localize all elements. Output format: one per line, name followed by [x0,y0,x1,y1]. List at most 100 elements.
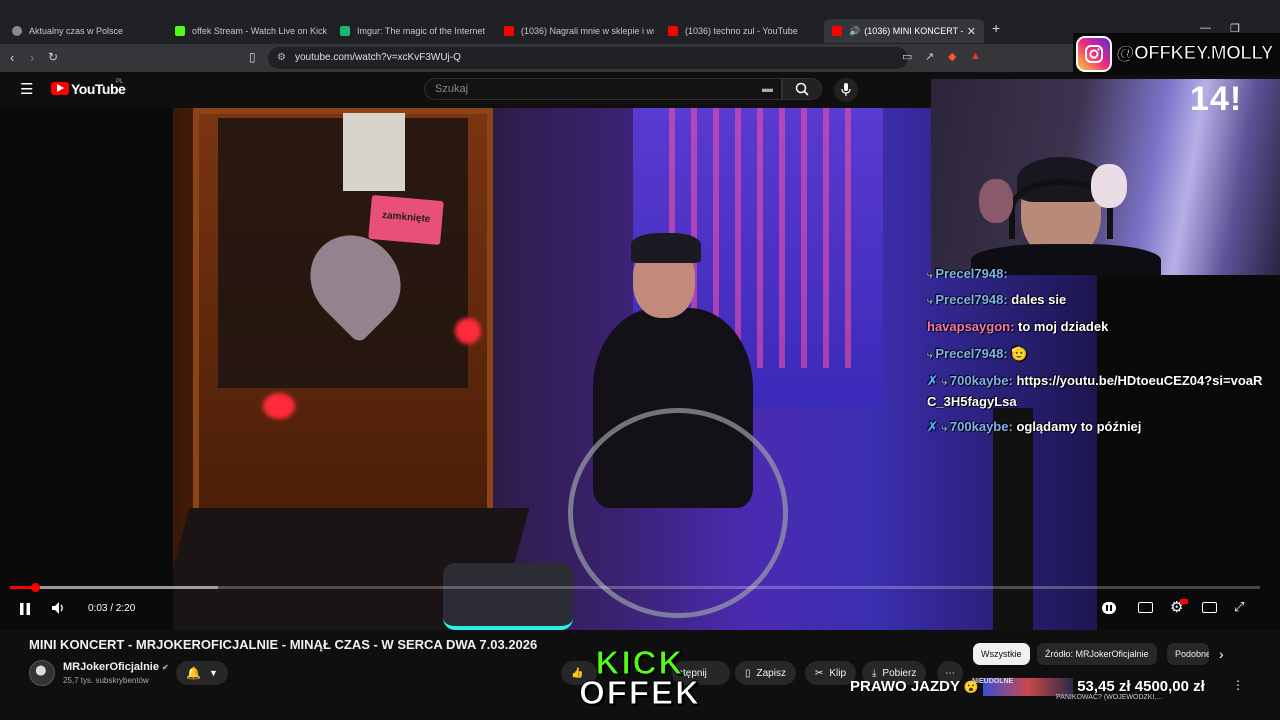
kick-logo-overlay: KICK OFFEK [578,646,702,712]
chip-label: Źródło: MRJokerOficjalnie [1045,649,1149,659]
kick-icon [175,26,185,36]
chat-message: ⤷ Precel7948: 🫡 [927,344,1267,365]
autoplay-pause-glyph-icon [1106,605,1112,611]
chat-username: 700kaybe: [949,419,1013,434]
donation-ticker: PRAWO JAZDY 😮 53,45 zł 4500,00 zł NIEUDO… [846,676,1240,704]
back-icon[interactable]: ‹ [10,50,14,65]
scissors-icon: ✂ [815,667,824,679]
search-icon [795,82,809,96]
sword-icon: ✗ [927,419,938,434]
progress-scrubber[interactable] [31,583,40,592]
share-icon[interactable]: ↗ [925,50,934,63]
imgur-icon [340,26,350,36]
video-title: MINI KONCERT - MRJOKEROFICJALNIE - MINĄŁ… [29,637,538,652]
chat-message: ⤷ Precel7948: dales sie [927,290,1267,311]
volume-icon[interactable] [51,601,65,620]
ticker-subtitle: NIEUDOLNE [972,678,1014,685]
browser-tab[interactable]: Imgur: The magic of the Internet [332,19,490,43]
filter-chip-similar[interactable]: Podobne [1167,643,1209,665]
chevron-down-icon: ▼ [209,668,218,678]
microphone-icon [841,83,851,96]
theater-mode-icon[interactable] [1202,602,1217,613]
new-tab-button[interactable]: + [992,20,1000,36]
more-vertical-icon[interactable]: ⋮ [1232,678,1244,692]
url-text: youtube.com/watch?v=xcKvF3WUj-Q [295,52,461,63]
verified-icon: ✔ [162,663,169,672]
ticker-amount: 53,45 zł [1077,678,1131,695]
play-glyph-icon [57,84,64,92]
fullscreen-icon[interactable]: ⤢ [1234,599,1244,615]
plush-toy [979,179,1013,223]
filter-chip-all[interactable]: Wszystkie [973,643,1030,665]
search-placeholder: Szukaj [435,83,469,95]
bell-icon: 🔔 [186,666,201,680]
counter-text: 14! [1190,80,1243,118]
speaker-box [443,563,573,630]
filter-chip-source[interactable]: Źródło: MRJokerOficjalnie [1037,643,1157,665]
chat-text: dales sie [1011,292,1067,307]
chat-message: havapsaygon: to moj dziadek [927,317,1267,336]
chat-text: oglądamy to później [1016,419,1142,434]
hd-badge-icon [1180,599,1188,604]
clip-label: Klip [829,667,847,679]
chat-username: havapsaygon: [927,319,1015,334]
save-button[interactable]: ▯ Zapisz [735,661,796,685]
reload-icon[interactable]: ↻ [48,50,58,64]
channel-name[interactable]: MRJokerOficjalnie ✔ [63,661,169,673]
tab-label: offek Stream - Watch Live on Kick [192,26,327,36]
subscriber-count: 25,7 tys. subskrybentów [63,676,149,685]
notifications-button[interactable]: 🔔 ▼ [176,661,228,685]
menu-icon[interactable]: ☰ [20,80,33,98]
browser-tab[interactable]: (1036) techno zul - YouTube [660,19,820,43]
ticker-amount: 4500,00 zł [1134,678,1205,695]
bookmark-icon[interactable]: ▯ [249,50,256,64]
progress-buffered [10,586,218,589]
chat-message: ✗ ⤷ 700kaybe: https://youtu.be/HDtoeuCEZ… [927,371,1267,411]
clock-icon [12,26,22,36]
browser-tab[interactable]: offek Stream - Watch Live on Kick [167,19,327,43]
search-button[interactable] [782,78,822,100]
youtube-icon [832,26,842,36]
chat-username: Precel7948: [935,346,1008,361]
browser-tab-active[interactable]: 🔊 (1036) MINI KONCERT - MRJO ✕ [824,19,984,43]
extension-triangle-icon[interactable]: ▲ [970,50,981,62]
door-sign-text: zamknięte [381,209,431,226]
url-field[interactable]: ⚙ youtube.com/watch?v=xcKvF3WUj-Q [268,47,908,69]
forward-icon[interactable]: › [30,50,34,65]
cast-icon[interactable]: ▭ [902,50,912,63]
channel-avatar[interactable] [29,660,55,686]
instagram-icon [1076,36,1112,72]
keyboard-icon[interactable]: ▬ [762,79,773,99]
chat-username: Precel7948: [935,292,1008,307]
chevron-right-icon[interactable]: › [1219,646,1224,662]
ticker-subtitle: PANIKOWAĆ? (WOJEWÓDZKI,... [1056,694,1163,701]
speaker-icon: 🔊 [849,25,861,36]
performer-cap [631,233,701,263]
chip-label: Wszystkie [981,649,1022,659]
region-code: PL [116,79,124,85]
paper-note [343,113,405,191]
chat-username: 700kaybe: [949,373,1013,388]
chat-message: ⤷ Precel7948: [927,264,1267,278]
voice-search-button[interactable] [834,78,858,102]
tripod [993,408,1033,630]
chat-text: to moj dziadek [1018,319,1109,334]
tab-label: Aktualny czas w Polsce [29,26,124,36]
browser-tab[interactable]: (1036) Nagrali mnie w sklepie i wrzuc [496,19,654,43]
tab-label: (1036) techno zul - YouTube [685,26,798,36]
close-tab-icon[interactable]: ✕ [967,25,976,38]
sword-icon: ✗ [927,373,938,388]
subtitles-icon[interactable] [1138,602,1153,613]
chat-username: Precel7948: [935,266,1008,278]
ticker-title: PRAWO JAZDY [850,678,960,695]
chat-icon: ⤷ [941,377,950,388]
tab-label: Imgur: The magic of the Internet [357,26,485,36]
chat-message: ✗ ⤷ 700kaybe: oglądamy to później [927,417,1267,438]
extension-shield-icon[interactable]: ◆ [948,50,956,63]
browser-tab[interactable]: Aktualny czas w Polsce [4,19,162,43]
plush-toy [1091,164,1127,208]
site-info-icon[interactable]: ⚙ [277,47,286,69]
tab-label: (1036) Nagrali mnie w sklepie i wrzuc [521,26,654,36]
pause-icon[interactable] [19,602,31,620]
search-input[interactable]: Szukaj ▬ [424,78,782,100]
